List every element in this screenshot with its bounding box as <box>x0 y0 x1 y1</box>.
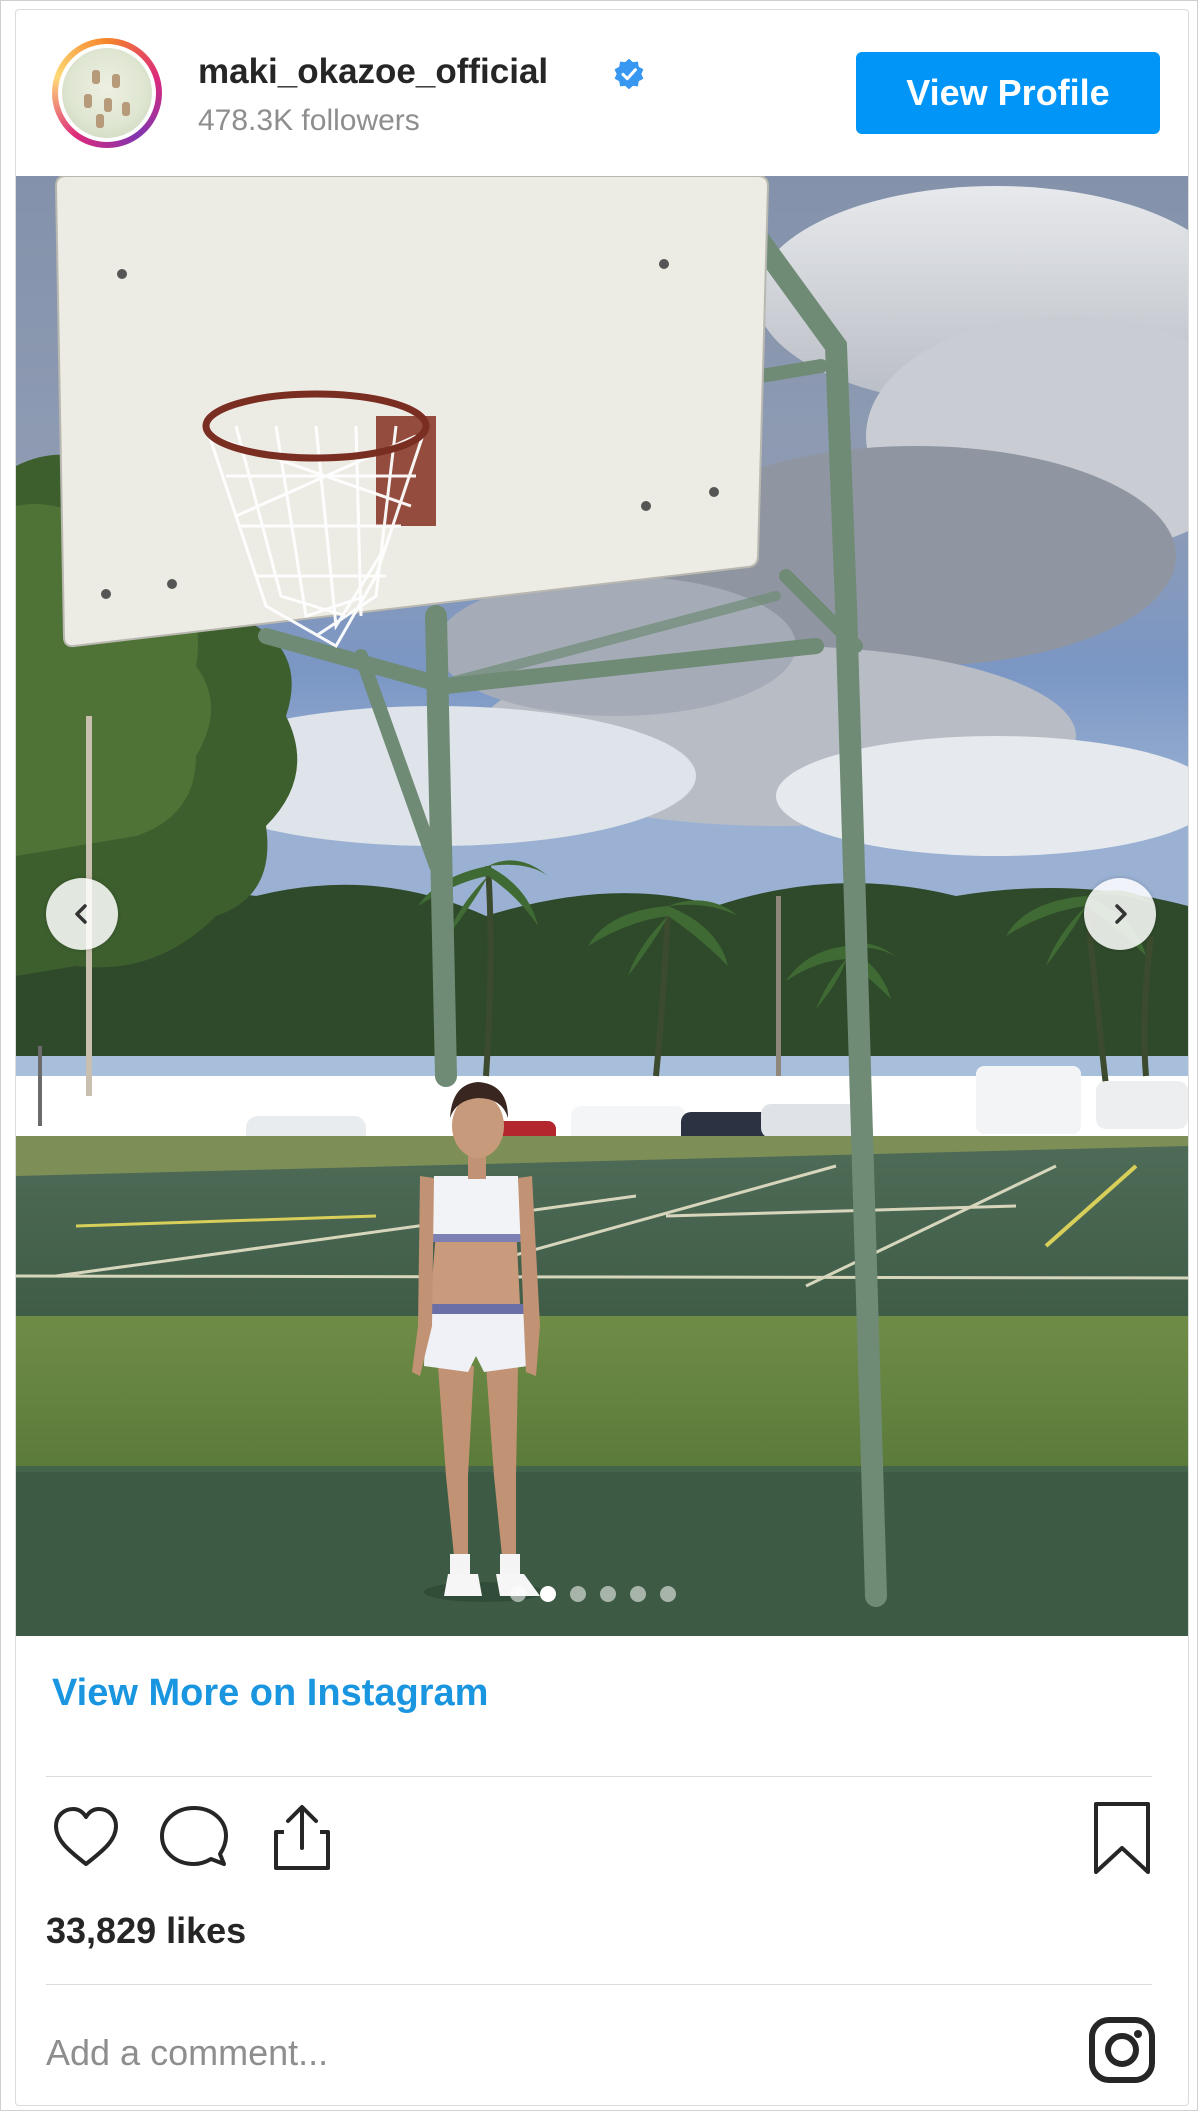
divider <box>46 1776 1152 1777</box>
instagram-icon[interactable] <box>1086 2014 1158 2086</box>
divider <box>46 1984 1152 1985</box>
verified-badge-icon <box>614 58 644 90</box>
carousel-prev-button[interactable] <box>46 878 118 950</box>
chevron-left-icon <box>75 904 87 924</box>
post-header: maki_okazoe_official 478.3K followers Vi… <box>16 10 1188 174</box>
heart-icon[interactable] <box>46 1798 126 1878</box>
view-more-link[interactable]: View More on Instagram <box>52 1672 488 1715</box>
post-photo <box>16 176 1188 1636</box>
like-count[interactable]: 33,829 likes <box>46 1910 246 1952</box>
view-profile-button[interactable]: View Profile <box>856 52 1160 134</box>
bookmark-icon[interactable] <box>1082 1798 1162 1878</box>
follower-count: 478.3K followers <box>198 104 420 137</box>
avatar-image <box>58 44 156 142</box>
instagram-embed-card: maki_okazoe_official 478.3K followers Vi… <box>15 9 1189 2106</box>
carousel-indicator <box>510 1586 676 1602</box>
carousel-dot <box>660 1586 676 1602</box>
carousel-dot <box>600 1586 616 1602</box>
carousel-dot-active <box>540 1586 556 1602</box>
username[interactable]: maki_okazoe_official <box>198 52 548 92</box>
carousel-dot <box>570 1586 586 1602</box>
carousel-dot <box>510 1586 526 1602</box>
embed-frame: maki_okazoe_official 478.3K followers Vi… <box>0 0 1198 2111</box>
add-comment-field[interactable]: Add a comment... <box>46 2032 328 2074</box>
carousel-dot <box>630 1586 646 1602</box>
chevron-right-icon <box>1115 904 1127 924</box>
carousel-next-button[interactable] <box>1084 878 1156 950</box>
comment-icon[interactable] <box>154 1798 234 1878</box>
post-media[interactable] <box>16 176 1188 1636</box>
share-icon[interactable] <box>262 1798 342 1878</box>
avatar[interactable] <box>52 38 162 148</box>
action-bar <box>16 1798 1188 1888</box>
